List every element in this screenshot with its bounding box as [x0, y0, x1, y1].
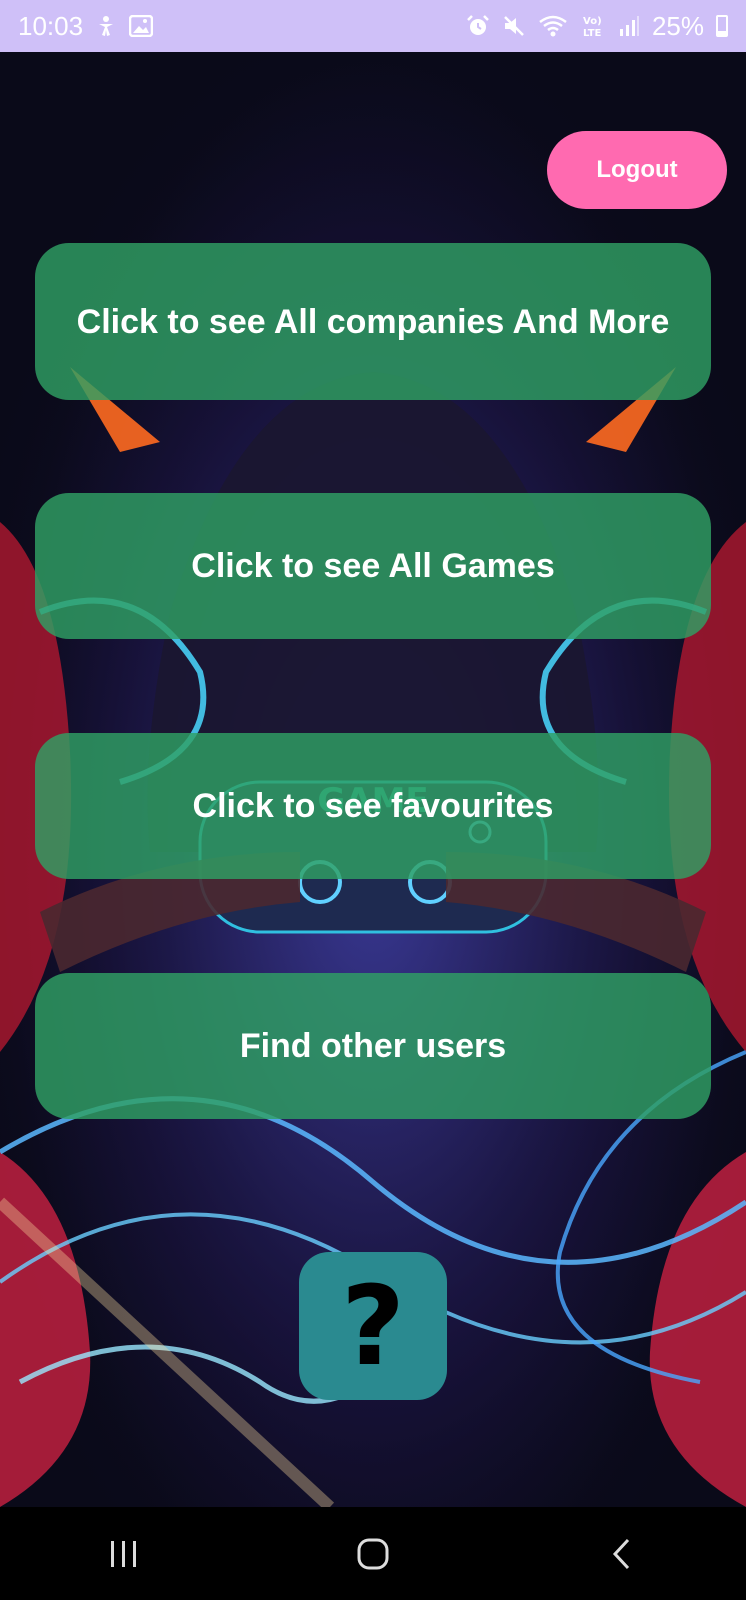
battery-percent: 25%: [651, 10, 704, 41]
mute-icon: [502, 14, 526, 38]
navigation-bar: [0, 1507, 746, 1600]
question-mark-icon: ?: [341, 1262, 405, 1390]
svg-text:LTE: LTE: [583, 28, 602, 39]
battery-icon: [716, 15, 728, 37]
all-companies-button[interactable]: Click to see All companies And More: [35, 243, 711, 400]
all-games-button[interactable]: Click to see All Games: [35, 493, 711, 639]
recents-icon[interactable]: [84, 1524, 164, 1584]
favourites-button[interactable]: Click to see favourites: [35, 733, 711, 879]
status-right: Vo) LTE 25%: [466, 11, 728, 42]
home-icon[interactable]: [333, 1524, 413, 1584]
find-users-button[interactable]: Find other users: [35, 973, 711, 1119]
wifi-icon: [538, 14, 568, 38]
logout-button[interactable]: Logout: [547, 131, 727, 209]
image-icon: [129, 15, 154, 37]
volte-icon: Vo) LTE: [580, 13, 606, 39]
svg-text:Vo): Vo): [583, 16, 602, 27]
signal-icon: [618, 15, 640, 37]
alarm-icon: [466, 14, 490, 38]
status-bar: 10:03 Vo) LTE 25%: [0, 0, 746, 52]
status-time: 10:03: [18, 10, 84, 41]
status-left: 10:03: [18, 10, 154, 42]
accessibility-icon: [95, 15, 117, 37]
background-artwork: GAME Logout Click to see All companies A…: [0, 52, 746, 1507]
help-button[interactable]: ?: [299, 1252, 447, 1400]
back-icon[interactable]: [582, 1524, 662, 1584]
